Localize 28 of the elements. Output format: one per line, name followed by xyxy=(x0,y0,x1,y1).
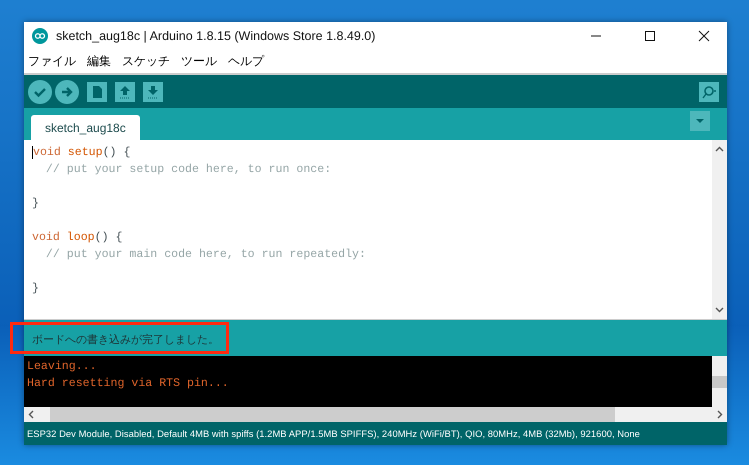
status-message: ボードへの書き込みが完了しました。 xyxy=(12,324,227,352)
scroll-up-icon[interactable] xyxy=(715,146,724,152)
verify-icon[interactable] xyxy=(28,80,52,104)
sketch-tab[interactable]: sketch_aug18c xyxy=(31,115,140,140)
app-logo-icon xyxy=(32,28,48,44)
console-line: Hard resetting via RTS pin... xyxy=(27,376,230,392)
menu-item[interactable]: 編集 xyxy=(86,53,112,70)
window-title: sketch_aug18c | Arduino 1.8.15 (Windows Store 1.8.49.0) xyxy=(56,29,376,43)
code-line: void setup() { xyxy=(32,145,132,161)
scroll-down-icon[interactable] xyxy=(715,307,724,313)
menu-item[interactable]: ファイル xyxy=(27,53,77,70)
serial-monitor-icon[interactable] xyxy=(699,82,719,102)
code-line: } xyxy=(32,281,40,297)
new-file-icon[interactable] xyxy=(87,82,107,102)
code-line: void loop() { xyxy=(32,230,124,246)
tab-menu-dropdown-icon[interactable] xyxy=(690,111,710,131)
code-line: // put your main code here, to run repeatedly: xyxy=(44,247,367,263)
scrollbar-thumb[interactable] xyxy=(50,407,615,422)
menu-item[interactable]: スケッチ xyxy=(121,53,171,70)
code-line: } xyxy=(32,196,40,212)
scrollbar-thumb[interactable] xyxy=(712,376,727,388)
board-status-bar: ESP32 Dev Module, Disabled, Default 4MB with spiffs (1.2MB APP/1.5MB SPIFFS), 240MHz (WiFi/BT), QIO, 80MHz, 4MB (32Mb), 921600, None xyxy=(24,422,727,445)
scroll-right-icon[interactable] xyxy=(717,410,723,419)
console-line: Leaving... xyxy=(27,359,98,375)
menu-item[interactable]: ツール xyxy=(180,53,218,70)
menu-item[interactable]: ヘルプ xyxy=(227,53,265,70)
scroll-left-icon[interactable] xyxy=(28,410,34,419)
code-line: // put your setup code here, to run once: xyxy=(44,162,332,178)
